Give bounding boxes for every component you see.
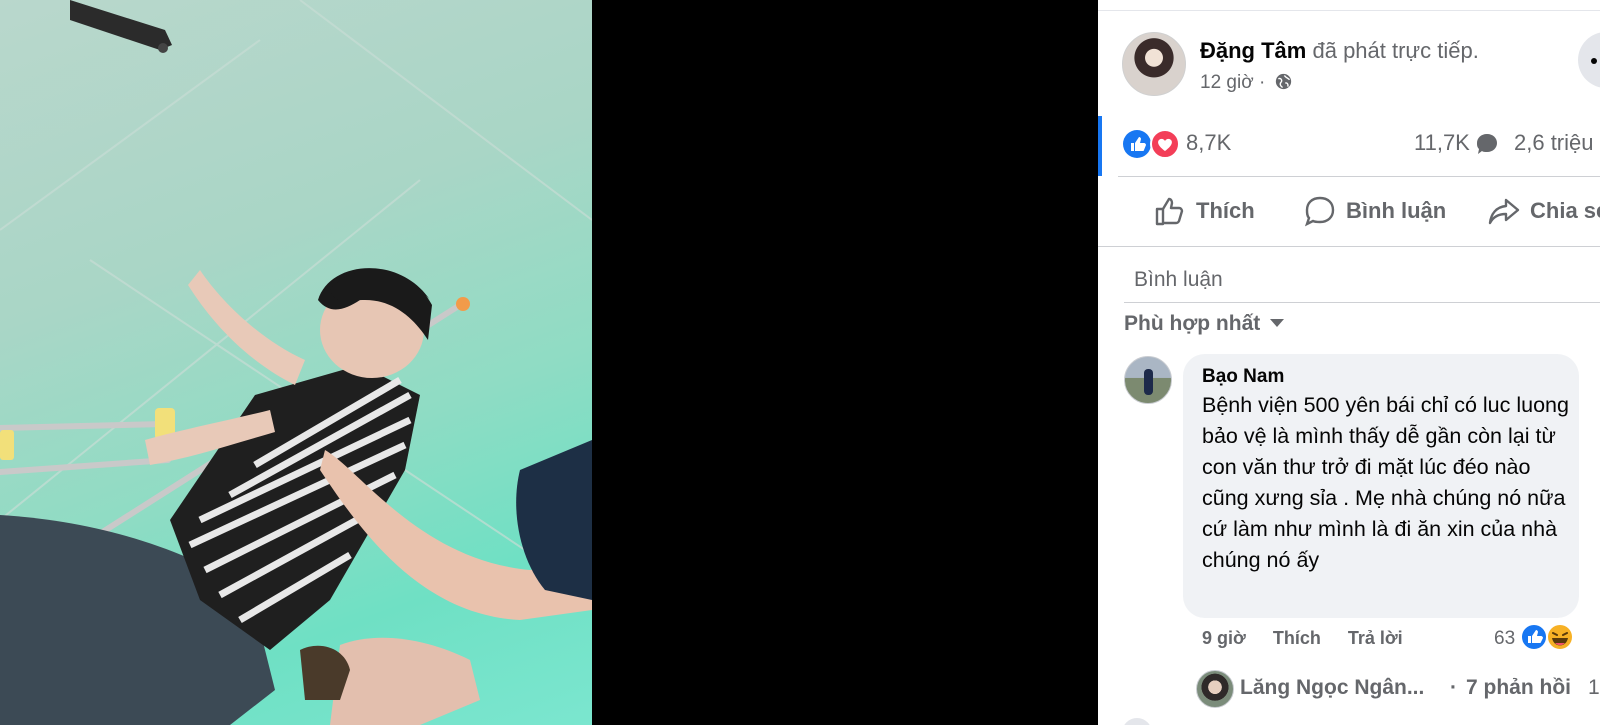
- video-frame[interactable]: [0, 0, 592, 725]
- comment-reactions-icons[interactable]: [1520, 622, 1576, 652]
- next-comment-avatar: [1122, 718, 1152, 725]
- post-stats: 8,7K 11,7K 2,6 triệu: [1122, 126, 1600, 166]
- post-header: Đặng Tâm đã phát trực tiếp. 12 giờ ·: [1122, 32, 1600, 96]
- video-player[interactable]: [0, 0, 1098, 725]
- comment-bubble-icon: [1477, 134, 1497, 154]
- reactions-icons[interactable]: [1122, 129, 1182, 159]
- post-side-panel: Đặng Tâm đã phát trực tiếp. 12 giờ · 8,7…: [1098, 0, 1600, 725]
- more-dots-icon: [1591, 58, 1597, 64]
- author-line: Đặng Tâm đã phát trực tiếp.: [1200, 38, 1479, 64]
- post-meta: 12 giờ ·: [1200, 72, 1292, 94]
- comment-text: Bệnh viện 500 yên bái chỉ có luc luong b…: [1202, 393, 1569, 572]
- comment-sort-dropdown[interactable]: Phù hợp nhất: [1124, 312, 1285, 336]
- share-label: Chia sẻ: [1530, 198, 1600, 223]
- author-action: đã phát trực tiếp.: [1312, 38, 1479, 63]
- commenter-name[interactable]: Bạo Nam: [1202, 366, 1284, 388]
- like-button[interactable]: Thích: [1154, 186, 1255, 236]
- commenter-avatar[interactable]: [1124, 356, 1172, 404]
- caret-down-icon: [1270, 319, 1285, 327]
- facebook-live-video-viewer: Đặng Tâm đã phát trực tiếp. 12 giờ · 8,7…: [0, 0, 1600, 725]
- view-replies[interactable]: Lăng Ngọc Ngân... · 7 phản hồi 1: [1196, 670, 1600, 710]
- video-scene-illustration: [0, 0, 592, 725]
- comment-time[interactable]: 9 giờ: [1202, 628, 1246, 648]
- actions-divider: [1098, 246, 1600, 247]
- comment-icon: [1304, 196, 1335, 227]
- comment-bubble: Bạo Nam Bệnh viện 500 yên bái chỉ có luc…: [1183, 354, 1579, 618]
- thumbs-up-icon: [1155, 197, 1184, 226]
- replies-extra: 1: [1588, 676, 1600, 699]
- top-divider: [1098, 10, 1600, 11]
- replies-separator: ·: [1450, 676, 1457, 699]
- author-name[interactable]: Đặng Tâm: [1200, 38, 1306, 63]
- haha-icon: [1546, 623, 1574, 651]
- replier-name: Lăng Ngọc Ngân...: [1240, 676, 1425, 699]
- comment-reaction-count[interactable]: 63: [1494, 628, 1515, 650]
- share-button[interactable]: Chia sẻ: [1488, 186, 1600, 236]
- globe-icon: [1275, 73, 1291, 90]
- comment-input-underline: [1124, 302, 1600, 303]
- reaction-count[interactable]: 8,7K: [1186, 130, 1231, 156]
- sort-label: Phù hợp nhất: [1124, 312, 1261, 335]
- comment-input[interactable]: Bình luận: [1134, 268, 1223, 292]
- replier-avatar: [1196, 670, 1234, 708]
- accent-bar: [1098, 116, 1102, 176]
- replies-count: 7 phản hồi: [1466, 676, 1571, 699]
- comment-label: Bình luận: [1346, 198, 1447, 223]
- comment-like-link[interactable]: Thích: [1273, 628, 1321, 648]
- comment-button[interactable]: Bình luận: [1304, 186, 1446, 236]
- stats-divider: [1118, 176, 1600, 177]
- comment-count[interactable]: 11,7K: [1414, 130, 1470, 156]
- post-time[interactable]: 12 giờ ·: [1200, 72, 1265, 93]
- like-label: Thích: [1196, 198, 1255, 223]
- comment-reply-link[interactable]: Trả lời: [1348, 628, 1403, 648]
- view-count[interactable]: 2,6 triệu: [1514, 130, 1594, 156]
- comment-meta: 9 giờ Thích Trả lời: [1202, 628, 1425, 649]
- share-icon: [1488, 198, 1520, 225]
- author-avatar[interactable]: [1122, 32, 1186, 96]
- post-action-bar: Thích Bình luận Chia sẻ: [1098, 186, 1600, 236]
